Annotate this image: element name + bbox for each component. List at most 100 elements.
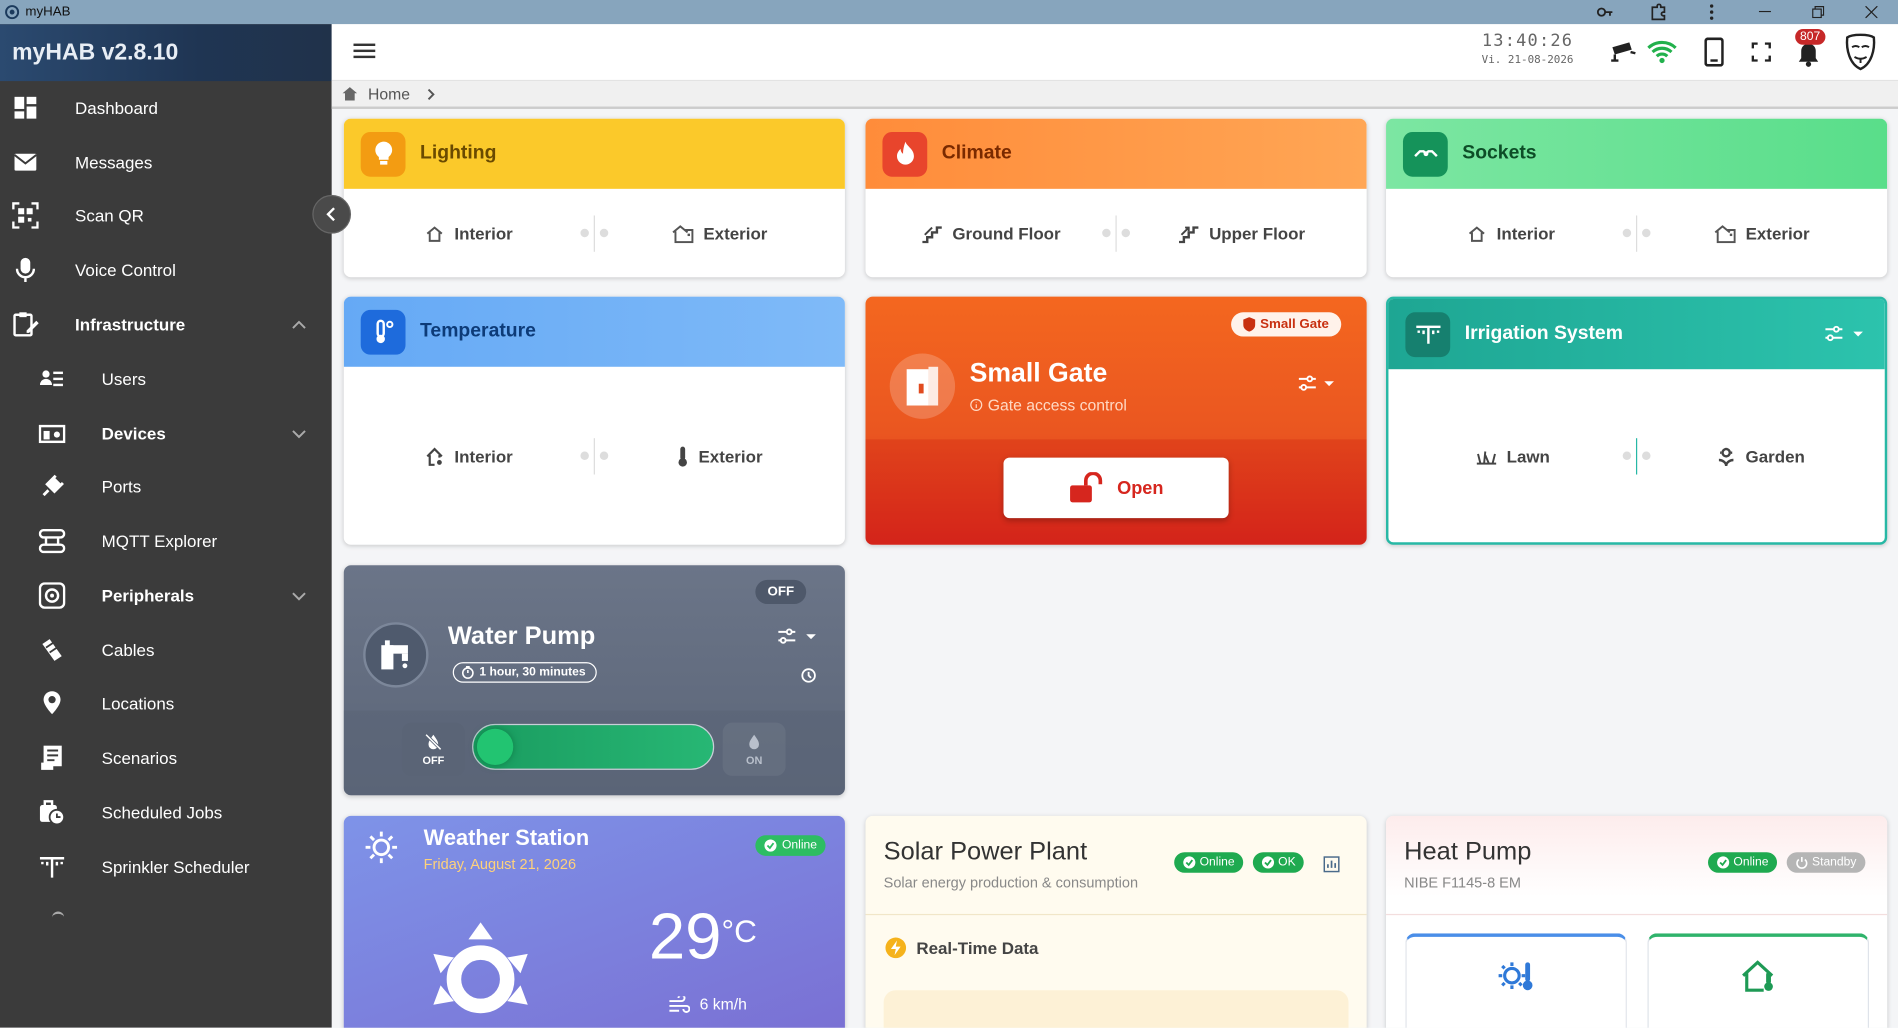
tune-icon (1825, 325, 1843, 342)
small-gate-badge: Small Gate (1231, 312, 1342, 337)
solar-realtime-section: Real-Time Data (885, 937, 1039, 959)
temperature-card: Temperature Interior Exterior (343, 296, 845, 545)
sidebar-item-label: Scenarios (101, 748, 178, 768)
info-icon (970, 398, 983, 411)
mobile-device-icon[interactable] (1698, 36, 1729, 67)
menu-dots-icon[interactable] (1685, 0, 1738, 24)
sidebar-item-devices[interactable]: Devices (0, 409, 332, 457)
sidebar-item-scheduled-jobs[interactable]: Scheduled Jobs (0, 788, 332, 836)
sidebar-item-mqtt-explorer[interactable]: MQTT Explorer (0, 517, 332, 565)
weather-date: Friday, August 21, 2026 (423, 855, 577, 873)
grass-icon (1476, 450, 1496, 464)
breadcrumb-home[interactable]: Home (368, 85, 410, 103)
weather-temp-value: 29 (648, 900, 722, 974)
sidebar-item-scenarios[interactable]: Scenarios (0, 734, 332, 782)
sidebar-item-users[interactable]: Users (0, 355, 332, 403)
sidebar-item-ports[interactable]: Ports (0, 462, 332, 510)
peripherals-icon (38, 581, 67, 610)
sidebar-item-label: Scan QR (75, 205, 144, 226)
weather-temperature: 29 °C (649, 901, 757, 974)
sidebar: myHAB v2.8.10 Dashboard Messages Scan QR… (0, 24, 332, 1028)
check-circle-icon (764, 839, 777, 852)
minimize-button[interactable] (1738, 0, 1791, 24)
temperature-exterior-button[interactable]: Exterior (607, 445, 833, 467)
microphone-icon (11, 255, 40, 284)
window-titlebar: myHAB (0, 0, 1898, 25)
sidebar-item-dashboard[interactable]: Dashboard (0, 84, 332, 132)
sidebar-item-messages[interactable]: Messages (0, 138, 332, 186)
users-list-icon (38, 364, 67, 393)
chevron-up-icon (291, 316, 308, 333)
temperature-exterior-label: Exterior (698, 446, 763, 466)
sidebar-item-label: Messages (75, 152, 153, 172)
history-icon[interactable] (800, 667, 817, 690)
window-title: myHAB (25, 4, 71, 20)
pump-toggle-slider[interactable] (472, 723, 715, 770)
sidebar-item-sprinkler-scheduler[interactable]: Sprinkler Scheduler (0, 843, 332, 891)
heatpump-title: Heat Pump (1404, 837, 1532, 866)
pump-on-button[interactable]: ON (722, 722, 786, 776)
key-icon[interactable] (1578, 0, 1631, 24)
water-pump-card: OFF Water Pump 1 hour, 30 minutes OFF ON (343, 565, 845, 796)
small-gate-title: Small Gate (969, 357, 1108, 388)
chevron-down-icon (291, 587, 308, 604)
sockets-header: Sockets (1386, 118, 1888, 189)
sidebar-collapse-button[interactable] (312, 194, 352, 234)
lighting-interior-label: Interior (454, 223, 513, 243)
gate-settings-dropdown[interactable] (1298, 375, 1334, 392)
door-icon (889, 353, 956, 419)
caret-down-icon (1853, 331, 1863, 337)
solar-title: Solar Power Plant (883, 837, 1088, 866)
irrigation-header: Irrigation System (1388, 298, 1885, 370)
sockets-card: Sockets Interior Exterior (1386, 118, 1888, 278)
irrigation-lawn-label: Lawn (1506, 446, 1550, 466)
sidebar-item-scan-qr[interactable]: Scan QR (0, 191, 332, 239)
irrigation-garden-button[interactable]: Garden (1649, 445, 1872, 467)
wind-icon (669, 995, 690, 1013)
gate-open-button[interactable]: Open (1003, 457, 1229, 519)
pump-toggle-knob[interactable] (476, 728, 514, 766)
sprinkler-icon (1405, 311, 1451, 357)
sidebar-item-label: Peripherals (101, 585, 195, 606)
irrigation-title: Irrigation System (1464, 323, 1623, 344)
climate-ground-floor-button[interactable]: Ground Floor (878, 223, 1104, 243)
lighting-interior-button[interactable]: Interior (356, 223, 582, 243)
irrigation-settings-dropdown[interactable] (1824, 325, 1863, 343)
pump-status-badge: OFF (755, 579, 807, 605)
bar-chart-icon[interactable] (1323, 856, 1340, 879)
sidebar-item-infrastructure[interactable]: Infrastructure (0, 300, 332, 348)
heatpump-indoor-tile[interactable] (1405, 933, 1627, 1028)
solar-section-title: Real-Time Data (916, 938, 1039, 958)
user-avatar-mask-icon[interactable] (1842, 33, 1878, 72)
pump-off-button[interactable]: OFF (401, 722, 465, 776)
restore-button[interactable] (1792, 0, 1845, 24)
lightning-icon (885, 937, 907, 959)
sockets-exterior-button[interactable]: Exterior (1649, 223, 1875, 243)
temperature-interior-button[interactable]: Interior (356, 446, 582, 465)
pump-settings-dropdown[interactable] (777, 628, 816, 645)
clock: 13:40:26 Vi. 21-08-2026 (1482, 31, 1574, 66)
fullscreen-icon[interactable] (1746, 36, 1777, 67)
wifi-icon[interactable] (1646, 36, 1677, 67)
hamburger-menu-icon[interactable] (353, 41, 377, 66)
extension-icon[interactable] (1632, 0, 1685, 24)
sidebar-item-peripherals[interactable]: Peripherals (0, 571, 332, 619)
sidebar-item-locations[interactable]: Locations (0, 679, 332, 727)
lighting-exterior-button[interactable]: Exterior (607, 223, 833, 243)
sidebar-item-cables[interactable]: Cables (0, 626, 332, 674)
sockets-interior-button[interactable]: Interior (1399, 223, 1625, 243)
sockets-interior-label: Interior (1496, 223, 1556, 243)
close-button[interactable] (1845, 0, 1898, 24)
clock-time: 13:40:26 (1481, 31, 1574, 51)
notification-count-badge: 807 (1795, 29, 1826, 45)
climate-upper-floor-button[interactable]: Upper Floor (1129, 223, 1355, 243)
thermometer-icon (360, 309, 406, 355)
heatpump-outdoor-tile[interactable] (1647, 933, 1870, 1028)
breadcrumb: Home (331, 81, 1898, 109)
sidebar-item-voice-control[interactable]: Voice Control (0, 246, 332, 294)
cctv-camera-icon[interactable] (1608, 36, 1639, 67)
gate-open-label: Open (1117, 477, 1164, 499)
irrigation-lawn-button[interactable]: Lawn (1401, 446, 1624, 465)
location-pin-icon (38, 689, 67, 718)
top-toolbar: 13:40:26 Vi. 21-08-2026 807 (331, 24, 1898, 82)
